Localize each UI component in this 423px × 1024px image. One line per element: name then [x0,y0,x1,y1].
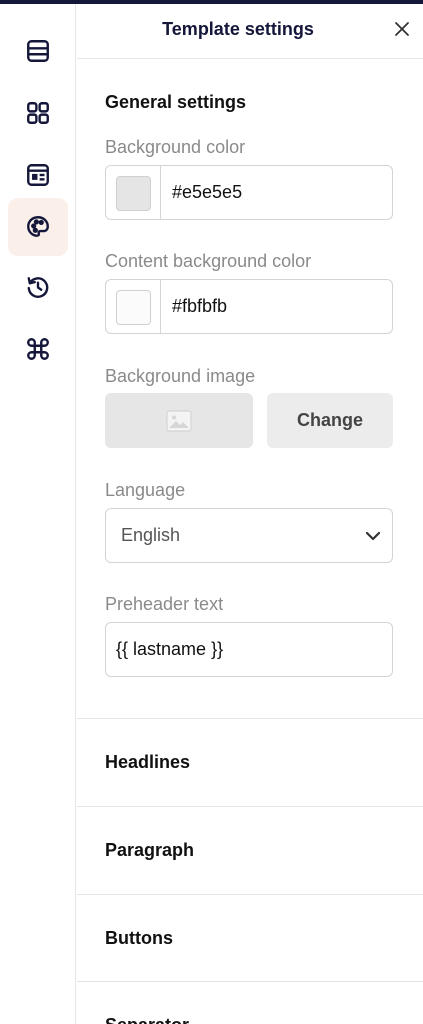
content-background-color-value: #fbfbfb [172,296,228,316]
sidebar-item-content[interactable] [8,146,68,204]
content-background-color-swatch[interactable] [116,290,151,325]
background-color-swatch[interactable] [116,176,151,211]
chevron-down-icon [365,531,381,541]
accordion-separator[interactable]: Separator [77,982,423,1024]
background-color-value: #e5e5e5 [172,182,243,202]
accordion-headlines[interactable]: Headlines [77,719,423,806]
close-icon [395,22,409,36]
language-label: Language [105,480,186,500]
panel-title: Template settings [162,19,314,39]
history-icon [27,277,49,298]
background-image-preview[interactable] [105,393,253,448]
accordion-label: Separator [105,1015,189,1024]
blocks-grid-icon [27,102,49,124]
preheader-text-label: Preheader text [105,594,224,614]
accordion-paragraph[interactable]: Paragraph [77,807,423,894]
accordion-buttons[interactable]: Buttons [77,895,423,982]
command-icon [27,338,49,360]
background-image-label: Background image [105,366,256,386]
sidebar-item-design[interactable] [8,198,68,256]
field-divider [160,166,161,219]
sidebar-item-shortcuts[interactable] [8,320,68,378]
content-background-color-label: Content background color [105,251,312,271]
general-settings-title: General settings [105,92,247,112]
close-button[interactable] [391,18,413,40]
accordion-label: Buttons [105,928,173,948]
content-background-color-field[interactable]: #fbfbfb [105,279,393,334]
preheader-text-input[interactable]: {{ lastname }} [105,622,393,677]
template-settings-panel: Template settings General settings Backg… [77,4,423,1024]
image-placeholder-icon [166,409,192,432]
sidebar-item-history[interactable] [8,258,68,316]
background-color-field[interactable]: #e5e5e5 [105,165,393,220]
sidebar-rail [0,4,76,1024]
language-select[interactable]: English [105,508,393,563]
language-select-value: English [121,525,181,545]
palette-icon [27,216,49,237]
background-color-label: Background color [105,137,246,157]
field-divider [160,280,161,333]
change-background-image-button[interactable]: Change [267,393,393,448]
accordion-label: Headlines [105,752,191,772]
panel-header: Template settings [77,4,423,59]
preheader-text-value: {{ lastname }} [116,639,224,659]
accordion-label: Paragraph [105,840,195,860]
layout-rows-icon [27,40,49,62]
content-card-icon [27,164,49,186]
sidebar-item-blocks[interactable] [8,84,68,142]
sidebar-item-layout[interactable] [8,22,68,80]
